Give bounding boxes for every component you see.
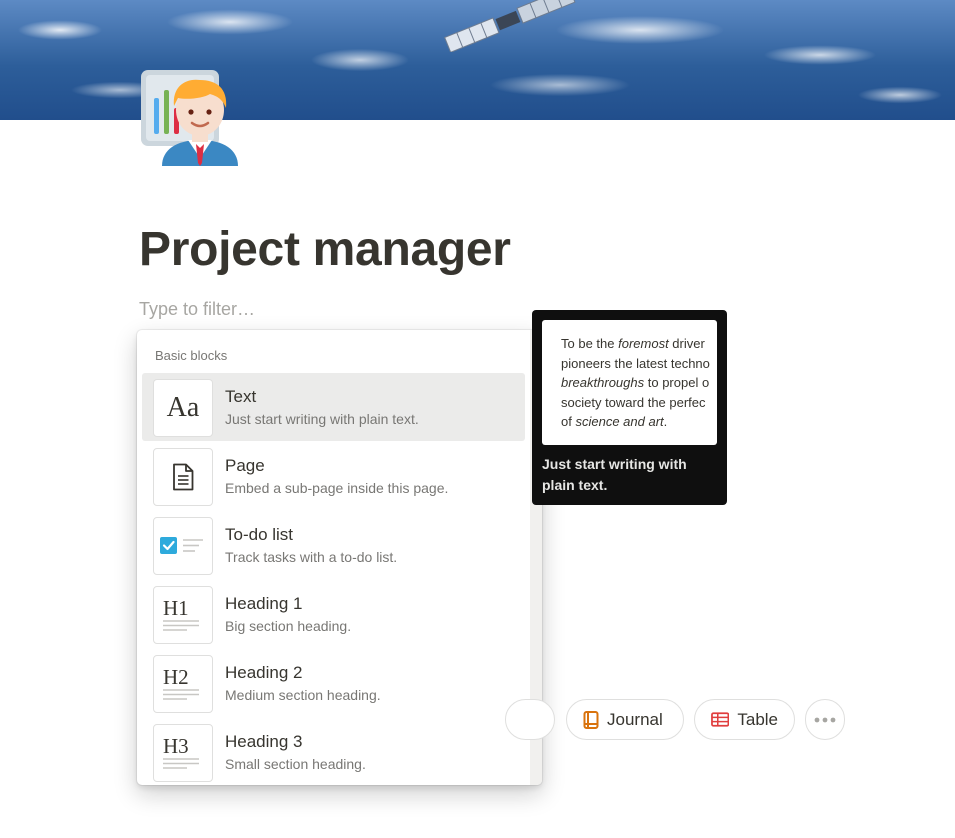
block-option-title: Text [225,387,257,406]
page-icon[interactable] [140,68,240,166]
heading-2-icon: H2 [153,655,213,713]
block-option-title: Heading 2 [225,663,303,682]
heading-3-icon: H3 [153,724,213,782]
page-document-icon [153,448,213,506]
preview-caption: Just start writing with plain text. [542,456,687,493]
menu-section-label: Basic blocks [155,348,228,363]
svg-text:H3: H3 [163,734,189,758]
preview-line: breakthroughs to propel o [561,375,710,390]
template-journal-label: Journal [607,709,663,729]
block-option-description: Big section heading. [225,618,352,634]
svg-text:H1: H1 [163,596,189,620]
template-table-label: Table [737,709,778,729]
block-option-title: Heading 3 [225,732,303,751]
block-option-page[interactable]: Page Embed a sub-page inside this page. [142,442,525,510]
block-option-text[interactable]: Aa Text Just start writing with plain te… [142,373,525,441]
svg-text:H2: H2 [163,665,189,689]
filter-input[interactable] [139,296,499,322]
preview-sample-text: To be the foremost driver pioneers the l… [561,334,717,432]
block-option-heading-1[interactable]: H1 Heading 1 Big section heading. [142,580,525,648]
block-option-description: Just start writing with plain text. [225,411,419,427]
block-option-description: Track tasks with a to-do list. [225,549,398,565]
preview-sample: To be the foremost driver pioneers the l… [542,320,717,445]
template-pill-hidden[interactable] [505,699,555,740]
template-journal-button[interactable]: Journal [566,699,684,740]
block-option-title: Page [225,456,265,475]
block-option-description: Small section heading. [225,756,366,772]
block-option-description: Embed a sub-page inside this page. [225,480,449,496]
block-menu: Basic blocks Aa Text Just start writing … [137,330,542,785]
checkbox-icon [153,517,213,575]
table-grid-icon [711,712,730,727]
heading-1-icon: H1 [153,586,213,644]
block-option-title: To-do list [225,525,294,544]
man-technologist-icon [141,70,238,166]
preview-line: of science and art. [561,414,668,429]
block-option-heading-3[interactable]: H3 Heading 3 Small section heading. [142,718,525,785]
satellite-icon [444,0,576,52]
preview-line: society toward the perfec [561,394,706,410]
block-preview-tooltip: To be the foremost driver pioneers the l… [532,310,727,505]
more-horizontal-icon [814,717,836,722]
journal-book-icon [583,710,599,729]
template-table-button[interactable]: Table [694,699,795,740]
block-option-heading-2[interactable]: H2 Heading 2 Medium section heading. [142,649,525,717]
preview-line: To be the foremost driver [561,336,705,351]
block-option-todo[interactable]: To-do list Track tasks with a to-do list… [142,511,525,579]
block-option-description: Medium section heading. [225,687,381,703]
preview-line: pioneers the latest techno [561,355,710,371]
block-option-title: Heading 1 [225,594,303,613]
page-title[interactable]: Project manager [139,222,511,277]
text-aa-icon: Aa [153,379,213,437]
more-templates-button[interactable] [805,699,845,740]
